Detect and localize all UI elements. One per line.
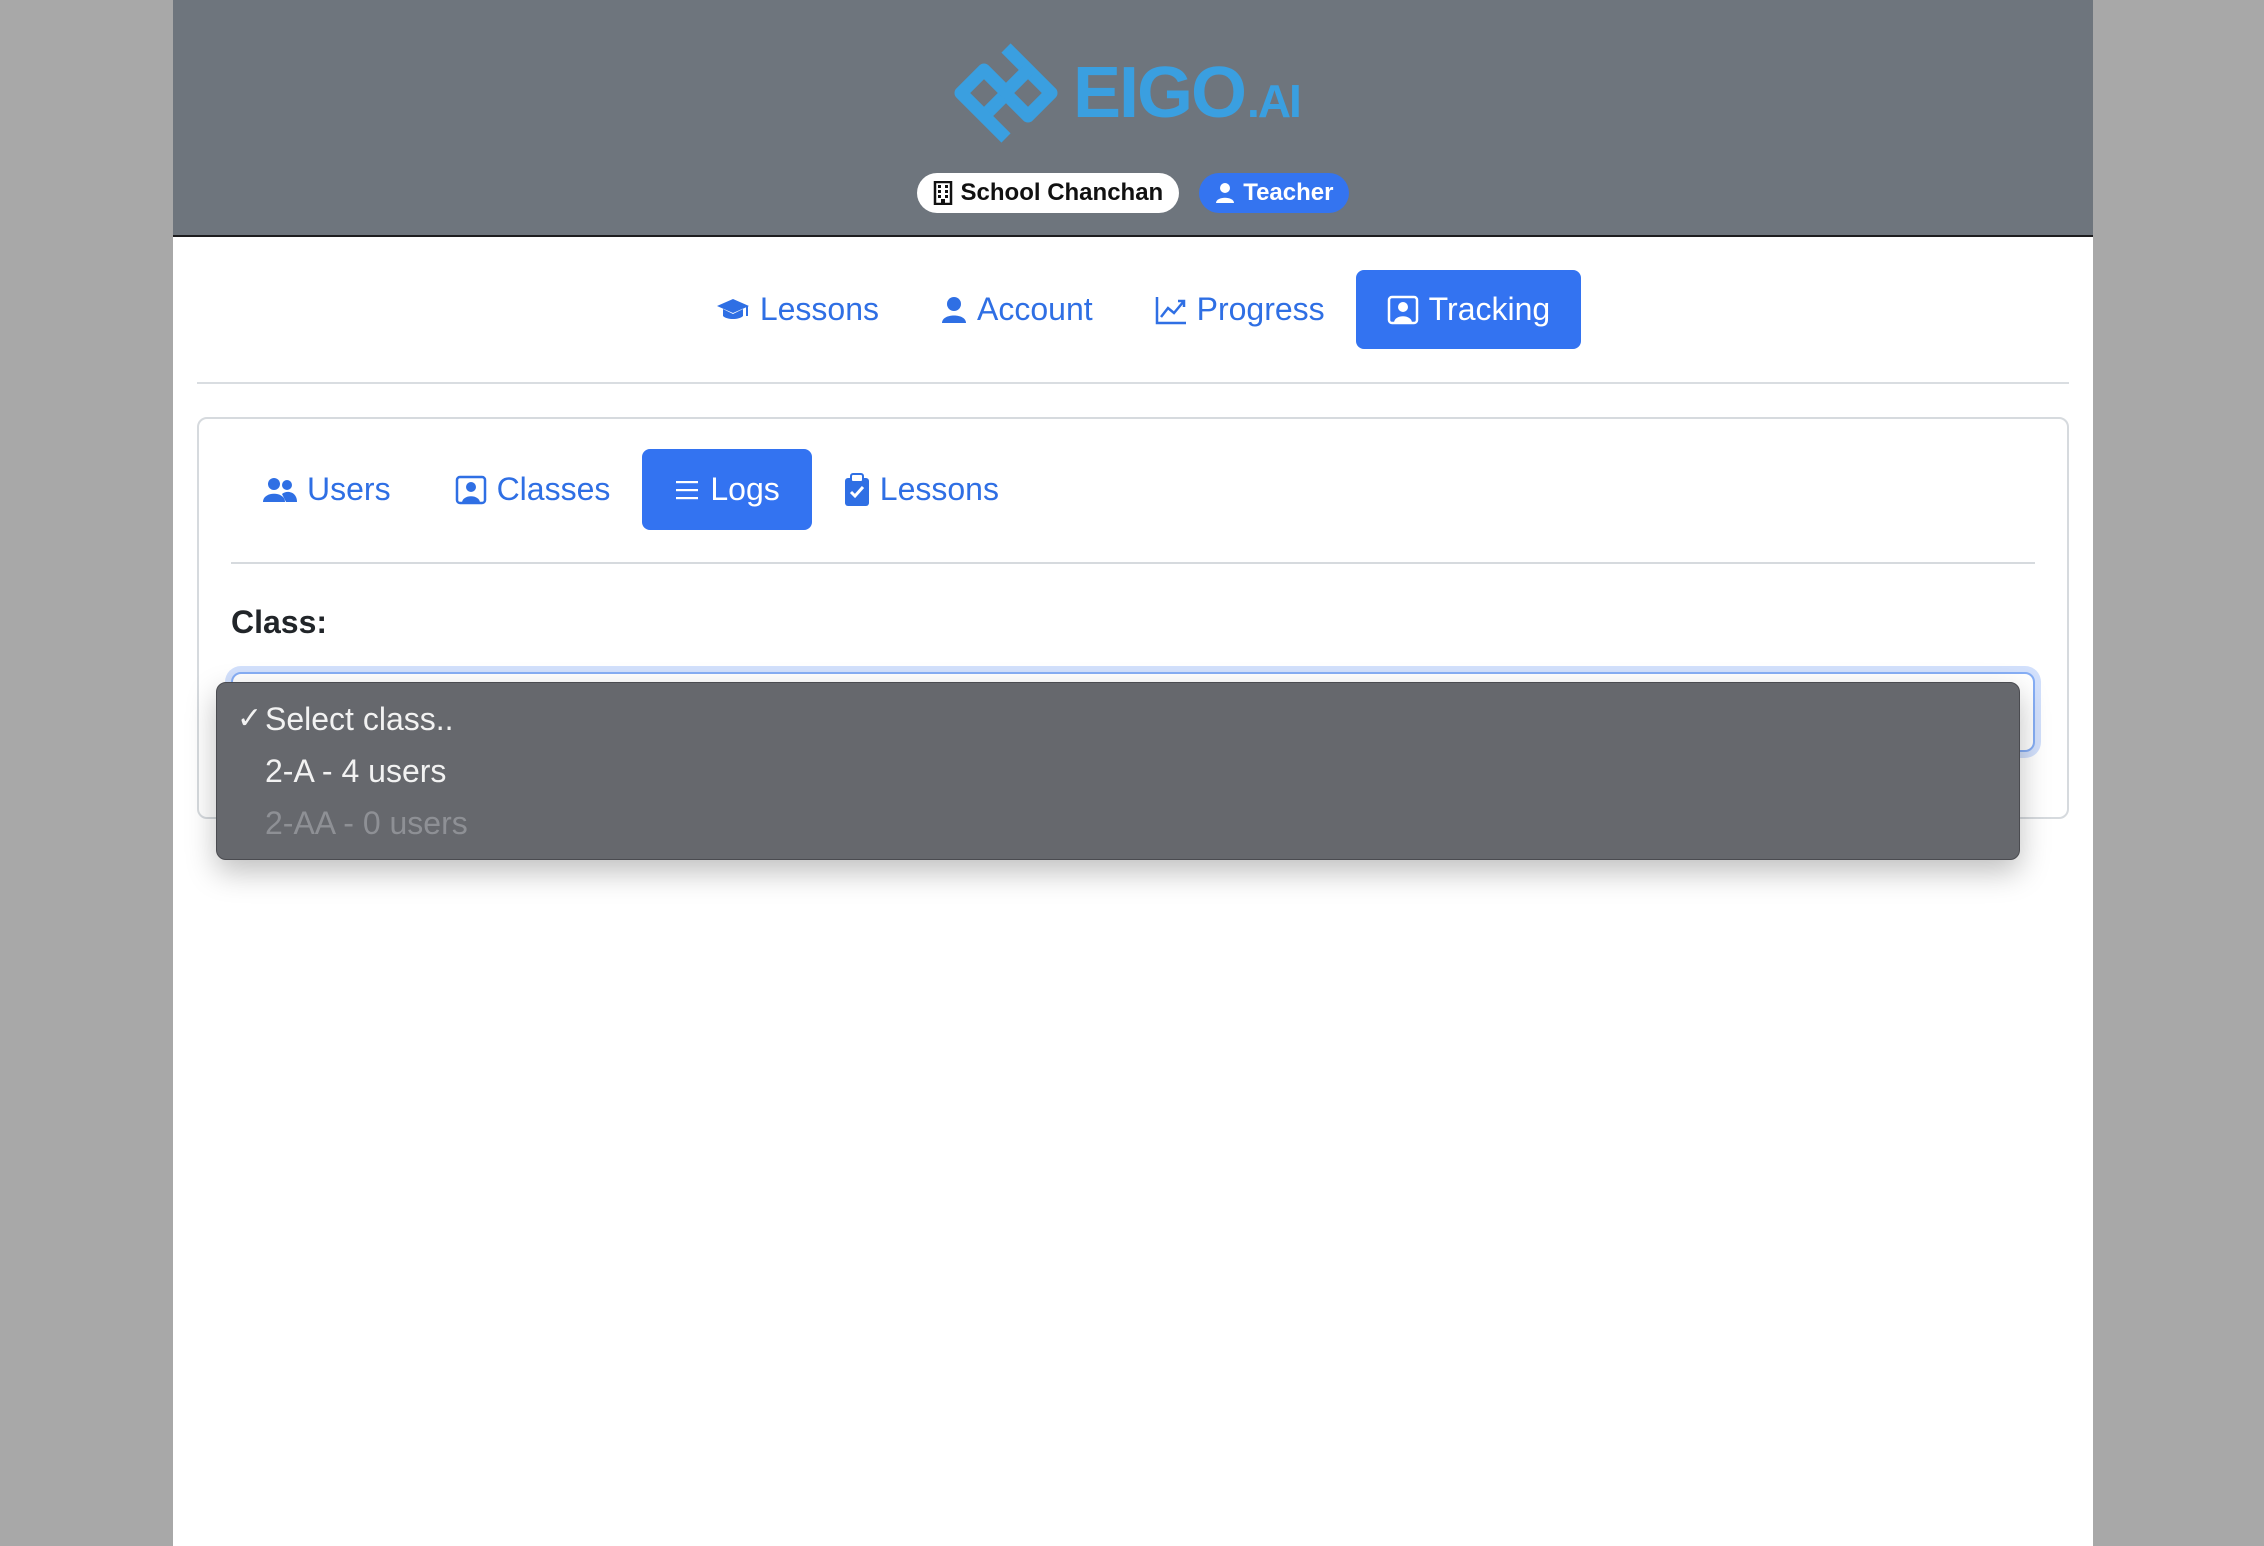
nav-divider [197, 382, 2069, 384]
nav-label: Tracking [1428, 291, 1551, 327]
tab-label: Lessons [879, 471, 999, 507]
building-icon [933, 181, 952, 205]
check-icon: ✓ [237, 702, 263, 735]
role-badge: Teacher [1199, 173, 1350, 213]
nav-progress[interactable]: Progress [1124, 270, 1356, 349]
clipboard-check-icon [844, 472, 869, 506]
app-header: EIGO .AI School Chanchan Teacher [173, 0, 2093, 237]
class-label: Class: [231, 604, 328, 640]
eigo-logo[interactable]: EIGO .AI [953, 40, 1302, 146]
tracking-tabs: Users Classes Logs Lessons [231, 449, 1031, 530]
list-icon [676, 480, 699, 499]
tab-logs[interactable]: Logs [642, 449, 812, 530]
class-dropdown-menu: ✓ Select class.. 2-A - 4 users 2-AA - 0 … [216, 682, 2020, 860]
header-badges: School Chanchan Teacher [173, 173, 2093, 213]
nav-lessons[interactable]: Lessons [685, 270, 910, 349]
school-name: School Chanchan [960, 179, 1164, 206]
person-square-icon [455, 475, 486, 504]
people-icon [263, 477, 297, 502]
role-name: Teacher [1243, 179, 1334, 206]
brand-suffix: .AI [1247, 75, 1302, 127]
nav-label: Lessons [759, 291, 879, 327]
tab-label: Logs [710, 471, 780, 507]
school-badge: School Chanchan [916, 173, 1180, 213]
tab-label: Classes [496, 471, 611, 507]
class-option[interactable]: Select class.. [265, 693, 454, 745]
nav-tracking[interactable]: Tracking [1355, 270, 1582, 349]
tab-users[interactable]: Users [231, 449, 423, 530]
class-option[interactable]: 2-A - 4 users [265, 745, 446, 797]
tab-lessons[interactable]: Lessons [812, 449, 1031, 530]
chart-line-icon [1155, 296, 1186, 324]
graduation-cap-icon [716, 298, 749, 319]
person-square-icon [1387, 295, 1418, 324]
person-icon [1216, 183, 1235, 203]
eigo-logo-icon [954, 43, 1058, 143]
brand-name: EIGO .AI [1073, 52, 1302, 134]
brand-main: EIGO [1073, 53, 1247, 133]
person-icon [942, 296, 966, 323]
tabs-divider [231, 562, 2035, 564]
nav-label: Account [977, 291, 1093, 327]
main-nav: Lessons Account Progress Tracking [173, 270, 2093, 349]
class-option-disabled: 2-AA - 0 users [265, 805, 468, 841]
nav-account[interactable]: Account [910, 270, 1124, 349]
nav-label: Progress [1196, 291, 1325, 327]
tab-classes[interactable]: Classes [423, 449, 643, 530]
tab-label: Users [307, 471, 391, 507]
